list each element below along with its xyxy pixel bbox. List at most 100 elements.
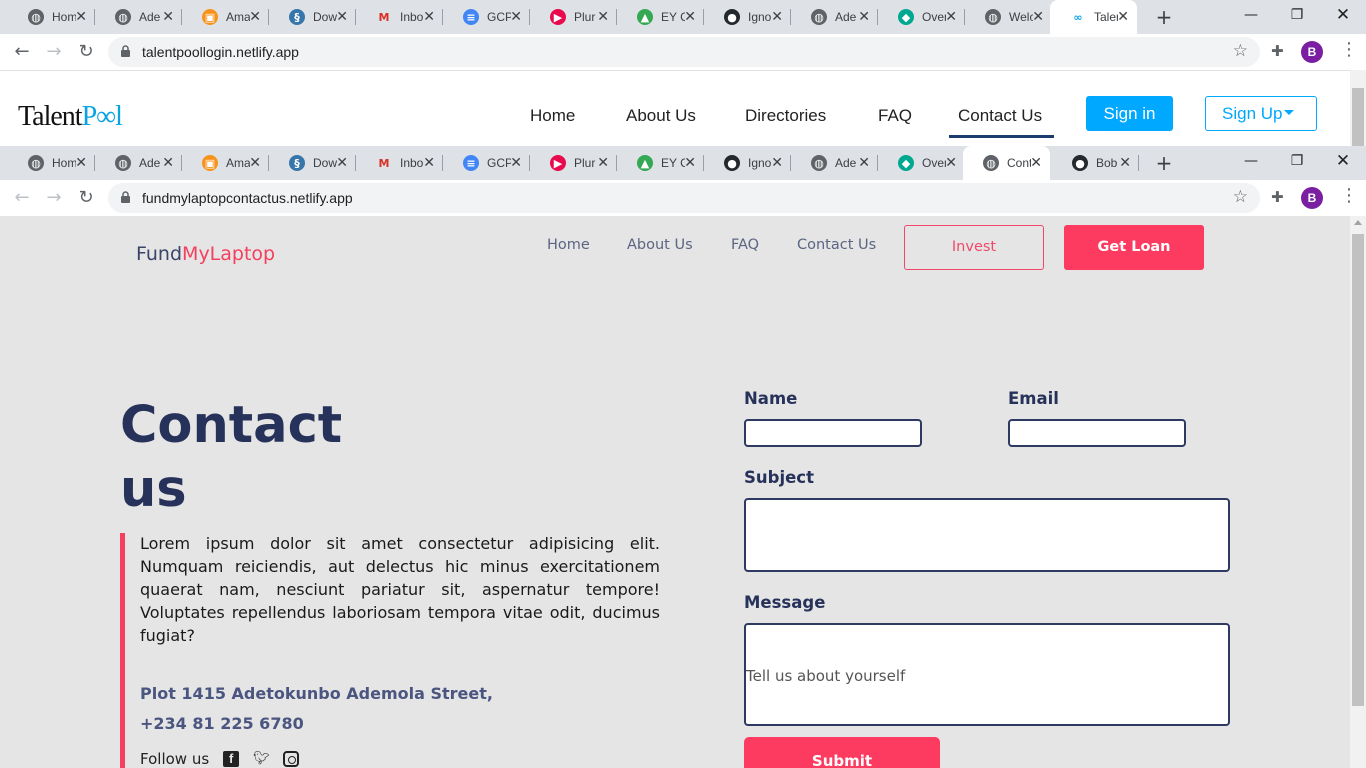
facebook-icon[interactable]: f xyxy=(223,751,240,767)
message-input[interactable]: Tell us about yourself xyxy=(744,623,1230,726)
scrollbar-window2[interactable] xyxy=(1350,216,1366,768)
reload-icon[interactable]: ↻ xyxy=(75,187,97,209)
extensions-icon[interactable]: ✚ xyxy=(1271,188,1284,206)
scrollbar-window1[interactable] xyxy=(1350,70,1366,146)
bookmark-star-icon[interactable]: ☆ xyxy=(1233,187,1248,207)
close-tab-icon[interactable]: ✕ xyxy=(771,155,783,171)
browser-tab[interactable]: ◆ Over ✕ xyxy=(878,0,965,34)
bookmark-star-icon[interactable]: ☆ xyxy=(1233,41,1248,61)
browser-tab[interactable]: ▲ EY C ✕ xyxy=(617,146,704,180)
close-tab-icon[interactable]: ✕ xyxy=(1119,155,1131,171)
browser-tab[interactable]: ◍ Welc ✕ xyxy=(965,0,1052,34)
name-field[interactable] xyxy=(746,421,920,445)
close-tab-icon[interactable]: ✕ xyxy=(510,9,522,25)
browser-tab[interactable]: ● Igno ✕ xyxy=(704,0,791,34)
fundmylaptop-logo[interactable]: FundMyLaptop xyxy=(136,243,275,265)
browser-tab[interactable]: M Inbo ✕ xyxy=(356,146,443,180)
close-tab-icon[interactable]: ✕ xyxy=(162,9,174,25)
tp-nav-contact[interactable]: Contact Us xyxy=(958,106,1042,126)
close-tab-icon[interactable]: ✕ xyxy=(336,9,348,25)
twitter-icon[interactable]: 🐦︎ xyxy=(253,751,270,767)
address-bar[interactable]: talentpoollogin.netlify.app ☆ xyxy=(108,37,1260,67)
close-tab-icon[interactable]: ✕ xyxy=(510,155,522,171)
browser-tab[interactable]: ◍ Cont ✕ xyxy=(963,146,1050,180)
close-tab-icon[interactable]: ✕ xyxy=(684,9,696,25)
tp-nav-directories[interactable]: Directories xyxy=(745,106,826,126)
tp-nav-faq[interactable]: FAQ xyxy=(878,106,912,126)
restore-button[interactable]: ❐ xyxy=(1274,146,1320,180)
extensions-icon[interactable]: ✚ xyxy=(1271,42,1284,60)
close-tab-icon[interactable]: ✕ xyxy=(336,155,348,171)
close-tab-icon[interactable]: ✕ xyxy=(684,155,696,171)
close-window-button[interactable]: ✕ xyxy=(1320,0,1366,34)
browser-tab[interactable]: ▶ Plur ✕ xyxy=(530,146,617,180)
menu-kebab-icon[interactable]: ⋮ xyxy=(1340,185,1358,206)
browser-tab[interactable]: ▣ Ama ✕ xyxy=(182,0,269,34)
browser-tab[interactable]: ◍ Ade ✕ xyxy=(791,146,878,180)
close-tab-icon[interactable]: ✕ xyxy=(1117,9,1129,25)
back-icon[interactable]: ← xyxy=(11,41,33,63)
address-bar[interactable]: fundmylaptopcontactus.netlify.app ☆ xyxy=(108,183,1260,213)
subject-field[interactable] xyxy=(746,500,1228,570)
nav-about-us[interactable]: About Us xyxy=(627,237,693,253)
tp-nav-about[interactable]: About Us xyxy=(626,106,696,126)
nav-home[interactable]: Home xyxy=(547,237,590,253)
forward-icon[interactable]: → xyxy=(43,41,65,63)
instagram-icon[interactable] xyxy=(283,751,300,767)
menu-kebab-icon[interactable]: ⋮ xyxy=(1340,39,1358,60)
browser-tab[interactable]: ▲ EY C ✕ xyxy=(617,0,704,34)
minimize-button[interactable]: — xyxy=(1228,146,1274,180)
browser-tab[interactable]: ● Bob ✕ xyxy=(1052,146,1139,180)
forward-icon[interactable]: → xyxy=(43,187,65,209)
browser-tab[interactable]: ◍ Hom ✕ xyxy=(8,146,95,180)
get-loan-button[interactable]: Get Loan xyxy=(1064,225,1204,270)
close-tab-icon[interactable]: ✕ xyxy=(75,155,87,171)
close-tab-icon[interactable]: ✕ xyxy=(249,155,261,171)
tp-nav-home[interactable]: Home xyxy=(530,106,575,126)
browser-tab[interactable]: ≡ GCP ✕ xyxy=(443,146,530,180)
reload-icon[interactable]: ↻ xyxy=(75,41,97,63)
nav-contact-us[interactable]: Contact Us xyxy=(797,237,876,253)
submit-button[interactable]: Submit xyxy=(744,737,940,768)
minimize-button[interactable]: — xyxy=(1228,0,1274,34)
browser-tab[interactable]: ◍ Ade ✕ xyxy=(95,146,182,180)
browser-tab[interactable]: ▶ Plur ✕ xyxy=(530,0,617,34)
restore-button[interactable]: ❐ xyxy=(1274,0,1320,34)
close-window-button[interactable]: ✕ xyxy=(1320,146,1366,180)
profile-avatar[interactable]: B xyxy=(1301,41,1323,63)
close-tab-icon[interactable]: ✕ xyxy=(1032,9,1044,25)
browser-tab[interactable]: ◍ Ade ✕ xyxy=(95,0,182,34)
back-icon[interactable]: ← xyxy=(11,187,33,209)
sign-up-dropdown[interactable]: Sign Up xyxy=(1205,96,1317,131)
browser-tab[interactable]: M Inbo ✕ xyxy=(356,0,443,34)
browser-tab[interactable]: ∞ Taler ✕ xyxy=(1050,0,1137,34)
close-tab-icon[interactable]: ✕ xyxy=(423,155,435,171)
close-tab-icon[interactable]: ✕ xyxy=(945,155,957,171)
name-input[interactable] xyxy=(744,419,922,447)
scrollbar-thumb[interactable] xyxy=(1352,88,1364,146)
browser-tab[interactable]: ◆ Over ✕ xyxy=(878,146,965,180)
email-input[interactable] xyxy=(1008,419,1186,447)
subject-input[interactable] xyxy=(744,498,1230,572)
close-tab-icon[interactable]: ✕ xyxy=(597,155,609,171)
browser-tab[interactable]: § Dow ✕ xyxy=(269,146,356,180)
new-tab-button[interactable]: + xyxy=(1153,6,1175,28)
close-tab-icon[interactable]: ✕ xyxy=(858,155,870,171)
browser-tab[interactable]: ◍ Ade ✕ xyxy=(791,0,878,34)
browser-tab[interactable]: ▣ Ama ✕ xyxy=(182,146,269,180)
close-tab-icon[interactable]: ✕ xyxy=(597,9,609,25)
scrollbar-thumb[interactable] xyxy=(1352,234,1364,706)
nav-faq[interactable]: FAQ xyxy=(731,237,759,253)
email-field[interactable] xyxy=(1010,421,1184,445)
close-tab-icon[interactable]: ✕ xyxy=(75,9,87,25)
invest-button[interactable]: Invest xyxy=(904,225,1044,270)
profile-avatar[interactable]: B xyxy=(1301,187,1323,209)
close-tab-icon[interactable]: ✕ xyxy=(162,155,174,171)
browser-tab[interactable]: ◍ Hom ✕ xyxy=(8,0,95,34)
close-tab-icon[interactable]: ✕ xyxy=(771,9,783,25)
close-tab-icon[interactable]: ✕ xyxy=(945,9,957,25)
browser-tab[interactable]: § Dow ✕ xyxy=(269,0,356,34)
close-tab-icon[interactable]: ✕ xyxy=(249,9,261,25)
close-tab-icon[interactable]: ✕ xyxy=(1030,155,1042,171)
sign-in-button[interactable]: Sign in xyxy=(1086,96,1173,131)
